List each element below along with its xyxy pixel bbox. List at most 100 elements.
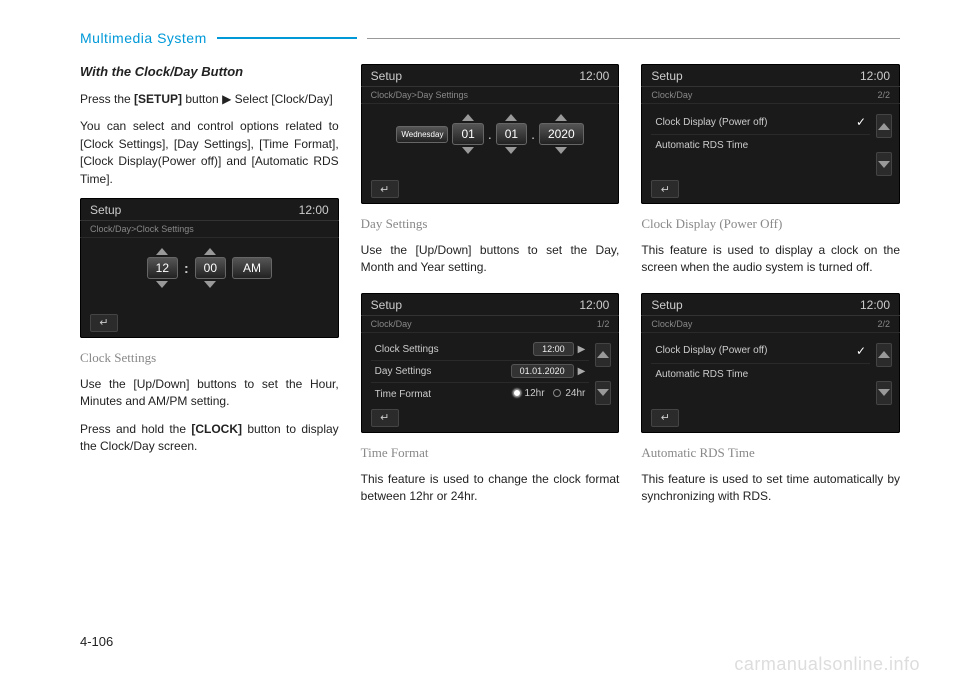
menu-value: 12:00 bbox=[533, 342, 574, 356]
menu-label: Clock Settings bbox=[375, 344, 439, 355]
paragraph: This feature is used to display a clock … bbox=[641, 242, 900, 277]
device-clock: 12:00 bbox=[860, 69, 890, 83]
device-title: Setup bbox=[651, 69, 682, 83]
chevron-up-icon bbox=[597, 351, 609, 358]
ampm-value: AM bbox=[232, 257, 272, 279]
minute-spinner[interactable]: 00 bbox=[195, 248, 226, 288]
month-spinner[interactable]: 01 bbox=[496, 114, 527, 154]
menu-label: Time Format bbox=[375, 389, 431, 400]
paragraph: This feature is used to set time automat… bbox=[641, 471, 900, 506]
text-bold: [CLOCK] bbox=[191, 422, 242, 436]
hour-spinner[interactable]: 12 bbox=[147, 248, 178, 288]
menu-row-auto-rds[interactable]: Automatic RDS Time bbox=[651, 135, 870, 156]
menu-row-clock-display[interactable]: Clock Display (Power off) ✓ bbox=[651, 339, 870, 364]
back-button[interactable]: ↵ bbox=[90, 314, 118, 332]
paragraph: You can select and control options relat… bbox=[80, 118, 339, 188]
chevron-down-icon[interactable] bbox=[462, 147, 474, 154]
dot-separator: . bbox=[488, 126, 492, 142]
year-spinner[interactable]: 2020 bbox=[539, 114, 584, 154]
screenshot-clock-settings: Setup 12:00 Clock/Day>Clock Settings 12 … bbox=[80, 198, 339, 338]
chevron-down-icon[interactable] bbox=[156, 281, 168, 288]
day-spinner[interactable]: 01 bbox=[452, 114, 483, 154]
menu-value: 01.01.2020 bbox=[511, 364, 574, 378]
menu-row-auto-rds[interactable]: Automatic RDS Time bbox=[651, 364, 870, 385]
radio-24hr[interactable]: 24hr bbox=[553, 388, 585, 399]
menu-row-clock-settings[interactable]: Clock Settings 12:00 ▶ bbox=[371, 339, 590, 361]
year-value: 2020 bbox=[539, 123, 584, 145]
device-title: Setup bbox=[651, 298, 682, 312]
paragraph: Press and hold the [CLOCK] button to dis… bbox=[80, 421, 339, 456]
day-value: 01 bbox=[452, 123, 483, 145]
device-breadcrumb: Clock/Day bbox=[361, 316, 620, 333]
scroll-down-button[interactable] bbox=[876, 381, 892, 405]
header-rule-accent bbox=[217, 37, 357, 39]
back-button[interactable]: ↵ bbox=[651, 180, 679, 198]
device-body: 2/2 Clock Display (Power off) ✓ Automati… bbox=[641, 333, 900, 433]
chevron-up-icon[interactable] bbox=[505, 114, 517, 121]
device-breadcrumb: Clock/Day>Clock Settings bbox=[80, 221, 339, 238]
menu-list: Clock Display (Power off) ✓ Automatic RD… bbox=[651, 110, 870, 156]
menu-list: Clock Display (Power off) ✓ Automatic RD… bbox=[651, 339, 870, 385]
paragraph: Use the [Up/Down] buttons to set the Day… bbox=[361, 242, 620, 277]
scroll-up-button[interactable] bbox=[876, 114, 892, 138]
chevron-right-icon: ▶ bbox=[578, 344, 586, 355]
back-button[interactable]: ↵ bbox=[371, 409, 399, 427]
section-title: Multimedia System bbox=[80, 30, 207, 46]
device-statusbar: Setup 12:00 bbox=[80, 198, 339, 221]
menu-row-day-settings[interactable]: Day Settings 01.01.2020▶ bbox=[371, 361, 590, 383]
chevron-up-icon bbox=[878, 123, 890, 130]
page-header: Multimedia System bbox=[80, 30, 900, 46]
radio-dot-icon bbox=[513, 389, 521, 397]
menu-row-time-format[interactable]: Time Format 12hr 24hr bbox=[371, 383, 590, 406]
chevron-down-icon bbox=[878, 161, 890, 168]
device-statusbar: Setup 12:00 bbox=[361, 293, 620, 316]
chevron-up-icon[interactable] bbox=[156, 248, 168, 255]
scroll-up-button[interactable] bbox=[876, 343, 892, 367]
hour-value: 12 bbox=[147, 257, 178, 279]
caption-day-settings: Day Settings bbox=[361, 216, 620, 232]
chevron-down-icon[interactable] bbox=[505, 147, 517, 154]
scroll-arrows bbox=[876, 114, 892, 176]
scroll-arrows bbox=[876, 343, 892, 405]
paragraph: Use the [Up/Down] buttons to set the Hou… bbox=[80, 376, 339, 411]
device-clock: 12:00 bbox=[579, 69, 609, 83]
scroll-down-button[interactable] bbox=[876, 152, 892, 176]
radio-12hr[interactable]: 12hr bbox=[513, 388, 545, 399]
page-indicator: 2/2 bbox=[878, 319, 891, 329]
ampm-spinner[interactable]: AM bbox=[232, 248, 272, 288]
scroll-up-button[interactable] bbox=[595, 343, 611, 367]
text: button ▶ Select [Clock/Day] bbox=[182, 92, 333, 106]
radio-label: 12hr bbox=[525, 388, 545, 399]
radio-group: 12hr 24hr bbox=[507, 388, 586, 401]
scroll-down-button[interactable] bbox=[595, 381, 611, 405]
device-clock: 12:00 bbox=[860, 298, 890, 312]
chevron-down-icon[interactable] bbox=[555, 147, 567, 154]
menu-row-clock-display[interactable]: Clock Display (Power off) ✓ bbox=[651, 110, 870, 135]
menu-label: Clock Display (Power off) bbox=[655, 345, 767, 356]
text-bold: [SETUP] bbox=[134, 92, 182, 106]
chevron-up-icon bbox=[878, 351, 890, 358]
check-icon: ✓ bbox=[856, 115, 866, 129]
device-body: Wednesday 01 . 01 . 2020 bbox=[361, 104, 620, 204]
chevron-up-icon[interactable] bbox=[204, 248, 216, 255]
chevron-down-icon[interactable] bbox=[204, 281, 216, 288]
back-button[interactable]: ↵ bbox=[651, 409, 679, 427]
column-2: Setup 12:00 Clock/Day>Day Settings Wedne… bbox=[361, 64, 620, 506]
text: Press and hold the bbox=[80, 422, 191, 436]
menu-label: Clock Display (Power off) bbox=[655, 117, 767, 128]
page-number: 4-106 bbox=[80, 634, 113, 649]
page-indicator: 1/2 bbox=[597, 319, 610, 329]
screenshot-automatic-rds-time: Setup 12:00 Clock/Day 2/2 Clock Display … bbox=[641, 293, 900, 433]
back-button[interactable]: ↵ bbox=[371, 180, 399, 198]
menu-label: Automatic RDS Time bbox=[655, 140, 748, 151]
watermark: carmanualsonline.info bbox=[734, 654, 920, 675]
header-rule bbox=[367, 38, 900, 39]
chevron-down-icon bbox=[597, 389, 609, 396]
caption-time-format: Time Format bbox=[361, 445, 620, 461]
chevron-up-icon[interactable] bbox=[462, 114, 474, 121]
weekday-value: Wednesday bbox=[396, 126, 448, 143]
device-statusbar: Setup 12:00 bbox=[641, 64, 900, 87]
screenshot-time-format: Setup 12:00 Clock/Day 1/2 Clock Settings… bbox=[361, 293, 620, 433]
chevron-up-icon[interactable] bbox=[555, 114, 567, 121]
device-statusbar: Setup 12:00 bbox=[361, 64, 620, 87]
